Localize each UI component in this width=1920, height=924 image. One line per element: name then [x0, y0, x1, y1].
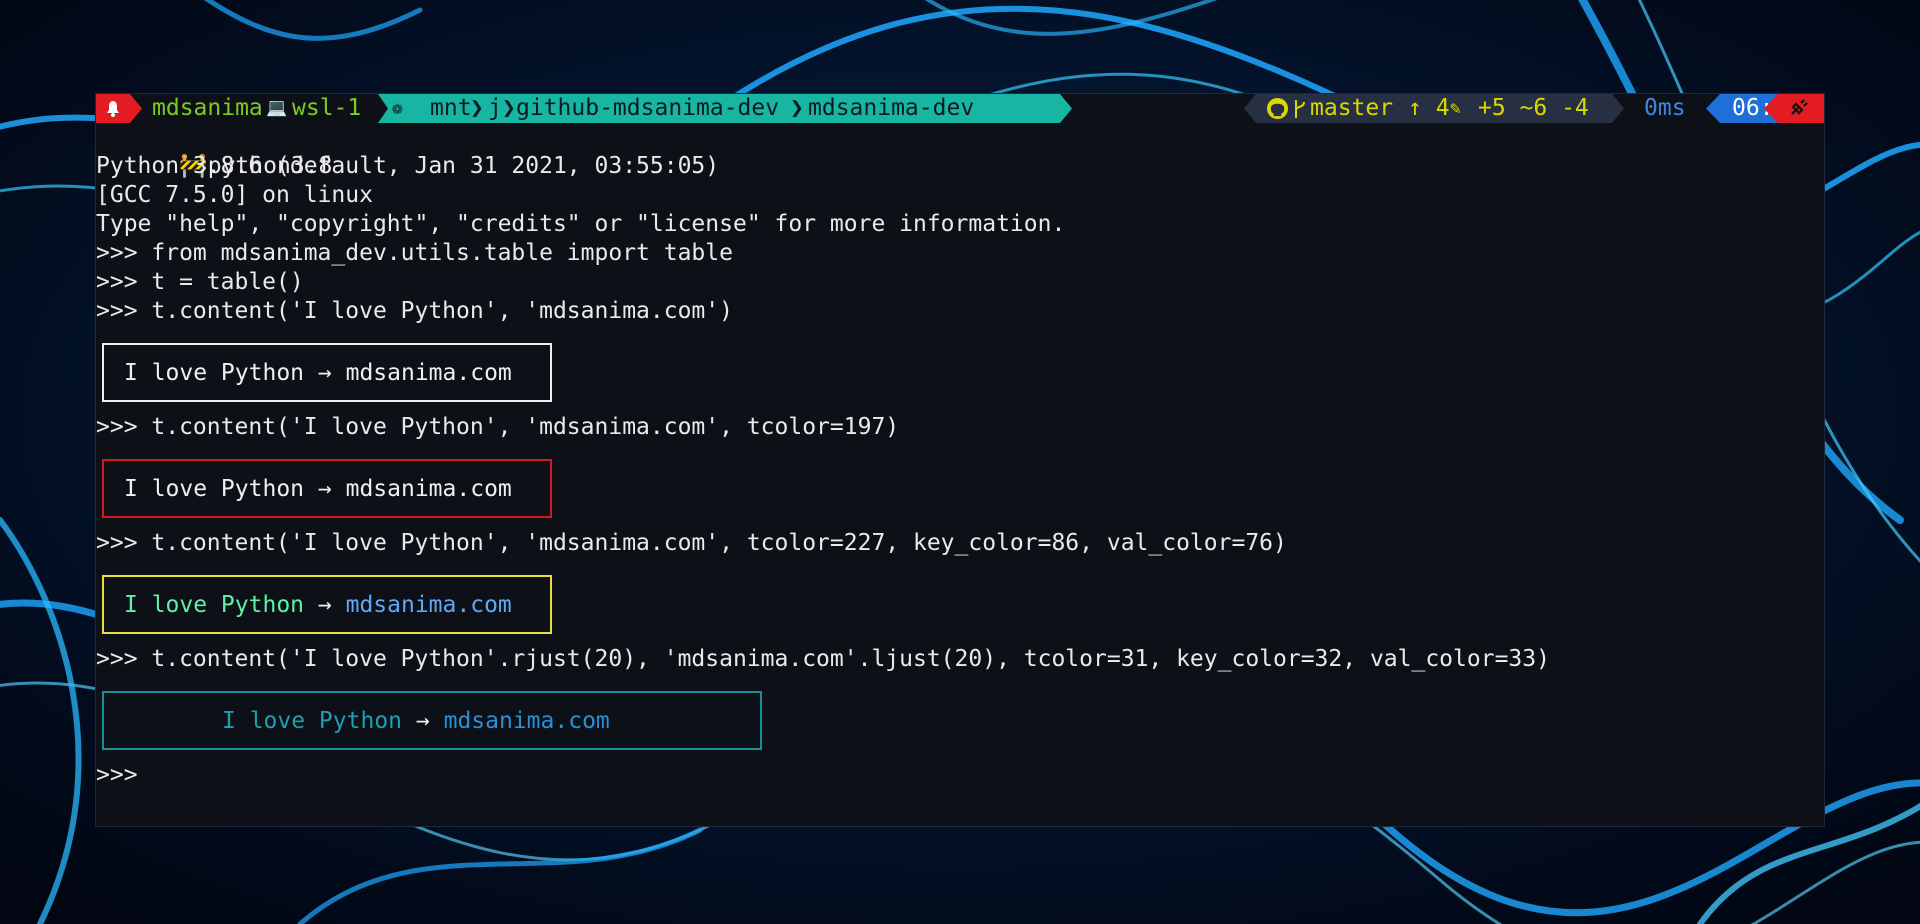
segment-separator-icon [1612, 94, 1624, 123]
command-line: >>> t.content('I love Python', 'mdsanima… [96, 298, 733, 324]
table-key: I love Python [124, 475, 305, 502]
path-sep-icon: ❯ [502, 95, 516, 121]
path-item-repo: github-mdsanima-dev [516, 95, 780, 121]
command-line: 🚧python3.8 [96, 123, 332, 179]
segment-separator-icon [130, 94, 142, 123]
table-value: mdsanima.com [345, 359, 512, 386]
github-icon [1266, 97, 1289, 120]
branch-icon [1295, 100, 1305, 118]
table-key: I love Python [124, 359, 305, 386]
table-key: I love Python [222, 707, 403, 734]
git-changes: +5 ~6 -4 [1478, 95, 1589, 121]
battery-plug-icon [1791, 99, 1808, 115]
command-line: >>> t = table() [96, 269, 304, 295]
table-value: mdsanima.com [345, 591, 512, 618]
exec-time: 0ms [1644, 95, 1686, 121]
bell-icon [107, 101, 119, 117]
git-branch: master [1310, 95, 1394, 121]
path-item-mnt: mnt [430, 95, 472, 121]
table-output: I love Python → mdsanima.com [102, 691, 762, 750]
path-item-dir: mdsanima-dev [808, 95, 975, 121]
laptop-icon: 💻 [266, 98, 288, 118]
table-value: mdsanima.com [443, 707, 610, 734]
terminal-window[interactable]: mdsanima 💻 wsl-1 ❁ mnt ❯ j ❯ github-mdsa… [96, 94, 1824, 826]
command-line: >>> t.content('I love Python', 'mdsanima… [96, 414, 900, 440]
banner-line: Type "help", "copyright", "credits" or "… [96, 211, 1066, 237]
arrow-icon: → [317, 359, 332, 386]
path-item-j: j [488, 95, 502, 121]
prompt-user: mdsanima [152, 95, 263, 121]
segment-separator-icon [1706, 94, 1720, 123]
table-output: I love Python → mdsanima.com [102, 459, 552, 518]
segment-separator-icon [378, 94, 390, 123]
segment-separator-icon [1060, 94, 1072, 123]
table-value: mdsanima.com [345, 475, 512, 502]
input-prompt[interactable]: >>> [96, 761, 138, 790]
arrow-icon: → [317, 591, 332, 618]
prompt-host: wsl-1 [292, 95, 362, 121]
banner-line: Python 3.8.6 (default, Jan 31 2021, 03:5… [96, 153, 720, 179]
segment-separator-icon [1244, 94, 1256, 123]
prompt-bar: mdsanima 💻 wsl-1 ❁ mnt ❯ j ❯ github-mdsa… [96, 94, 1824, 123]
arrow-icon: → [415, 707, 430, 734]
command-line: >>> t.content('I love Python', 'mdsanima… [96, 530, 1287, 556]
table-output: I love Python → mdsanima.com [102, 343, 552, 402]
edit-icon: ✎ [1450, 98, 1461, 119]
banner-line: [GCC 7.5.0] on linux [96, 182, 373, 208]
table-key: I love Python [124, 591, 305, 618]
git-ahead: ↑ 4 [1408, 95, 1450, 121]
command-line: >>> from mdsanima_dev.utils.table import… [96, 240, 733, 266]
path-sep-icon: ❯ [470, 95, 484, 121]
linux-icon: ❁ [392, 98, 403, 119]
table-output: I love Python → mdsanima.com [102, 575, 552, 634]
arrow-icon: → [317, 475, 332, 502]
segment-separator-icon [1764, 94, 1778, 123]
path-sep-icon: ❯ [790, 95, 804, 121]
command-line: >>> t.content('I love Python'.rjust(20),… [96, 646, 1550, 672]
